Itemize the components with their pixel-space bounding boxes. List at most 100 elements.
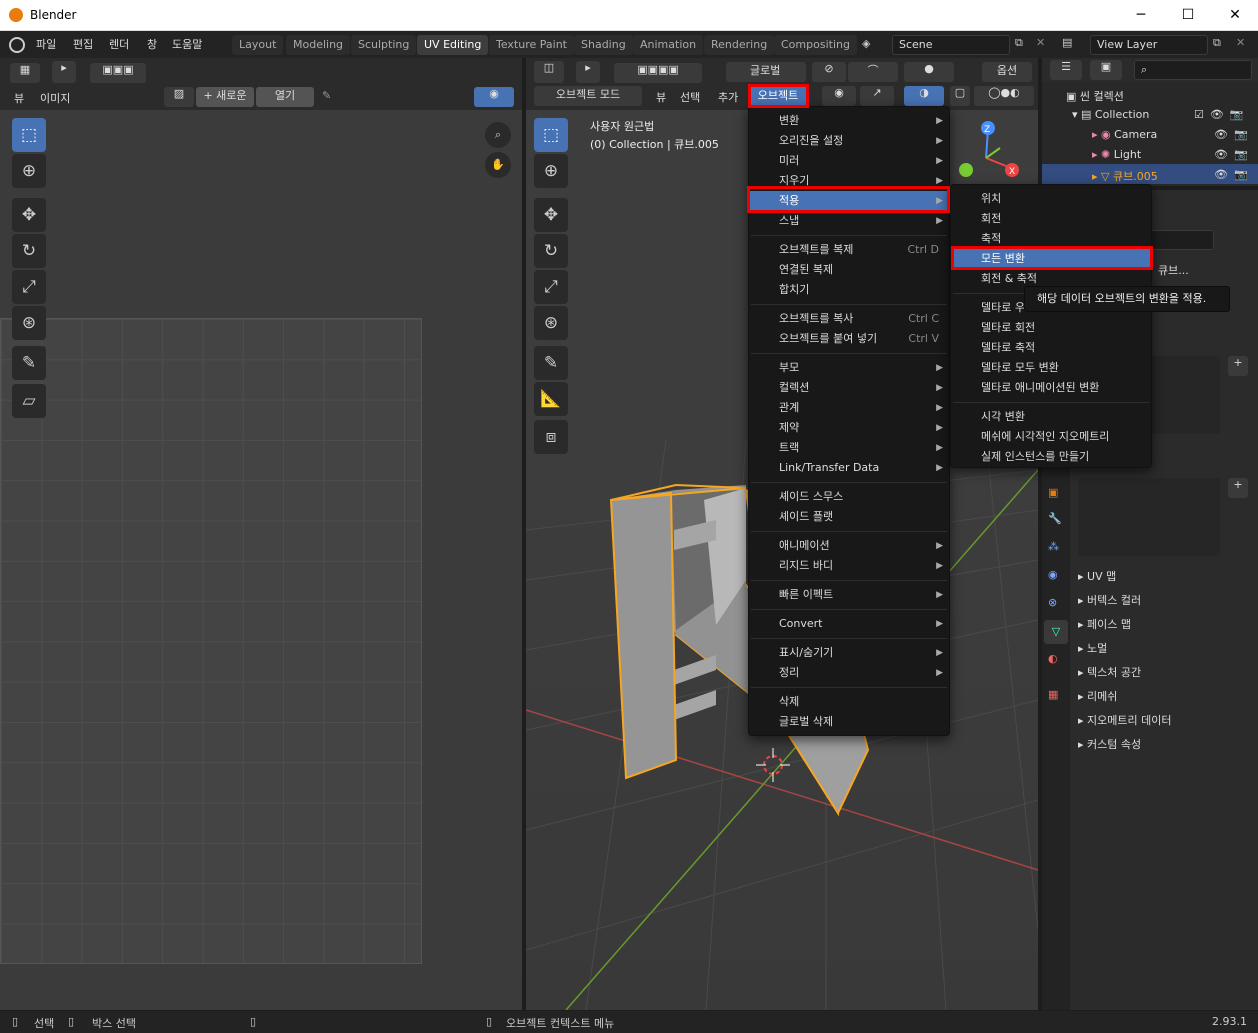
menu-edit[interactable]: 편집 [73,36,93,52]
section-custom-props[interactable]: ▸ 커스텀 속성 [1078,734,1248,756]
section-uv-maps[interactable]: ▸ UV 맵 [1078,566,1248,588]
shape-keys-list[interactable] [1078,478,1220,556]
object-menu-item[interactable]: 정리 ▶ [749,663,949,683]
viewport-menu-view[interactable]: 뷰 [656,89,666,105]
object-menu-item[interactable]: 오리진을 설정 ▶ [749,131,949,151]
tool-select-icon[interactable]: ⬚ [12,118,46,152]
apply-menu-item[interactable]: 위치 [951,189,1151,209]
object-menu-item[interactable]: 미러 ▶ [749,151,949,171]
outliner-search-input[interactable]: ⌕ [1134,60,1252,80]
pan-hand-icon[interactable]: ✋ [485,152,511,178]
editor-type-icon[interactable]: ▦ [10,63,40,83]
apply-menu-item[interactable]: 회전 [951,209,1151,229]
scene-icon[interactable]: ◈ [862,37,870,50]
object-menu-item[interactable]: 제약 ▶ [749,418,949,438]
vg-add-icon[interactable]: + [1228,356,1248,376]
snap-icon[interactable]: ⌒ [848,62,898,82]
section-face-maps[interactable]: ▸ 페이스 맵 [1078,614,1248,636]
tool-grab-icon[interactable]: ▱ [12,384,46,418]
scene-field[interactable]: Scene [892,35,1010,55]
object-menu-item[interactable]: 부모 ▶ [749,358,949,378]
overlay-icon[interactable]: ◑ [904,86,944,106]
image-browse-icon[interactable]: ▨ [164,87,194,107]
object-menu-item[interactable]: 연결된 복제 [749,260,949,280]
collection-visibility-icons[interactable]: ☑👁📷 [1194,108,1250,121]
vp-tool-cursor-icon[interactable]: ⊕ [534,154,568,188]
uv-sync-icon[interactable]: ◉ [474,87,514,107]
outliner-collection[interactable]: ▾ ▤ Collection [1072,108,1149,121]
apply-menu-item[interactable]: 모든 변환 [951,249,1151,269]
object-menu-item[interactable]: 트랙 ▶ [749,438,949,458]
close-button[interactable]: ✕ [1212,0,1258,30]
section-geometry-data[interactable]: ▸ 지오메트리 데이터 [1078,710,1248,732]
tab-compositing[interactable]: Compositing [774,35,857,55]
menu-help[interactable]: 도움말 [172,36,202,52]
object-menu-item[interactable]: 적용 ▶ [749,191,949,211]
outliner-item-cube[interactable]: ▸ ▽ 큐브.005 [1092,168,1158,184]
object-menu-item[interactable]: 글로벌 삭제 [749,712,949,732]
apply-menu-item[interactable]: 델타로 애니메이션된 변환 [951,378,1151,398]
object-menu-item[interactable]: 셰이드 플랫 [749,507,949,527]
light-visibility-icons[interactable]: 👁📷 [1214,148,1254,161]
uv-menu-view[interactable]: 뷰 [14,90,24,106]
object-menu-item[interactable]: 셰이드 스무스 [749,487,949,507]
new-scene-icon[interactable]: ⧉ [1015,36,1023,50]
tab-texture-icon[interactable]: ▦ [1048,688,1058,701]
tab-data-icon[interactable]: ▽ [1044,620,1068,644]
viewport-menu-add[interactable]: 추가 [718,89,738,105]
tab-rendering[interactable]: Rendering [704,35,775,55]
tool-transform-icon[interactable]: ⊛ [12,306,46,340]
tab-texture-paint[interactable]: Texture Paint [489,35,574,55]
vp-tool-rotate-icon[interactable]: ↻ [534,234,568,268]
apply-menu-item[interactable]: 메쉬에 시각적인 지오메트리 [951,427,1151,447]
object-menu-item[interactable]: 빠른 이펙트 ▶ [749,585,949,605]
tool-scale-icon[interactable]: ⤢ [12,270,46,304]
display-mode-icon[interactable]: ▣ [1090,60,1122,80]
vp-tool-add-cube-icon[interactable]: ⧈ [534,420,568,454]
tab-sculpting[interactable]: Sculpting [351,35,417,55]
xray-icon[interactable]: ▢ [950,86,970,106]
outliner-type-icon[interactable]: ☰ [1050,60,1082,80]
vp-tool-measure-icon[interactable]: 📐 [534,382,568,416]
viewport-selmode-icon[interactable]: ▣▣▣▣ [614,63,702,83]
tab-particles-icon[interactable]: ⁂ [1048,540,1059,553]
select-box-mode-icon[interactable]: ▣▣▣ [90,63,146,83]
object-menu-item[interactable]: 합치기 [749,280,949,300]
apply-menu-item[interactable]: 시각 변환 [951,407,1151,427]
tool-annotate-icon[interactable]: ✎ [12,346,46,380]
open-image-button[interactable]: 열기 [256,87,314,107]
cube-visibility-icons[interactable]: 👁📷 [1214,168,1254,181]
object-menu-item[interactable]: Link/Transfer Data ▶ [749,458,949,478]
view-layer-icon[interactable]: ▤ [1062,36,1072,49]
minimize-button[interactable]: ─ [1118,0,1164,30]
pivot-icon[interactable]: ⊘ [812,62,846,82]
apply-menu-item[interactable]: 실제 인스턴스를 만들기 [951,447,1151,467]
gizmo-icon[interactable]: ↗ [860,86,894,106]
section-vertex-colors[interactable]: ▸ 버텍스 컬러 [1078,590,1248,612]
select-mode-icon[interactable]: ▸ [52,61,76,83]
apply-menu-item[interactable]: 델타로 모두 변환 [951,358,1151,378]
menu-window[interactable]: 창 [147,36,157,52]
uv-menu-image[interactable]: 이미지 [40,90,70,106]
section-texture-space[interactable]: ▸ 텍스처 공간 [1078,662,1248,684]
section-remesh[interactable]: ▸ 리메쉬 [1078,686,1248,708]
apply-menu-item[interactable]: 델타로 축적 [951,338,1151,358]
navigation-gizmo[interactable]: Z X [956,118,1032,194]
menu-render[interactable]: 렌더 [109,36,129,52]
new-image-button[interactable]: + 새로운 [196,87,254,107]
proportional-icon[interactable]: ● [904,62,954,82]
vp-tool-move-icon[interactable]: ✥ [534,198,568,232]
outliner-item-light[interactable]: ▸ ✺ Light [1092,148,1141,161]
zoom-icon[interactable]: ⌕ [485,122,511,148]
tab-material-icon[interactable]: ◐ [1048,652,1058,665]
viewport-menu-object[interactable]: 오브젝트 [750,86,806,106]
object-menu-item[interactable]: 오브젝트를 붙여 넣기 Ctrl V [749,329,949,349]
shading-icon[interactable]: ◯●◐ [974,86,1034,106]
vp-tool-select-icon[interactable]: ⬚ [534,118,568,152]
sk-add-icon[interactable]: + [1228,478,1248,498]
outliner-scene-collection[interactable]: ▣ 씬 컬렉션 [1066,88,1124,104]
visibility-icon[interactable]: ◉ [822,86,856,106]
object-menu-item[interactable]: Convert ▶ [749,614,949,634]
mode-dropdown[interactable]: 오브젝트 모드 [534,86,642,106]
tool-rotate-icon[interactable]: ↻ [12,234,46,268]
